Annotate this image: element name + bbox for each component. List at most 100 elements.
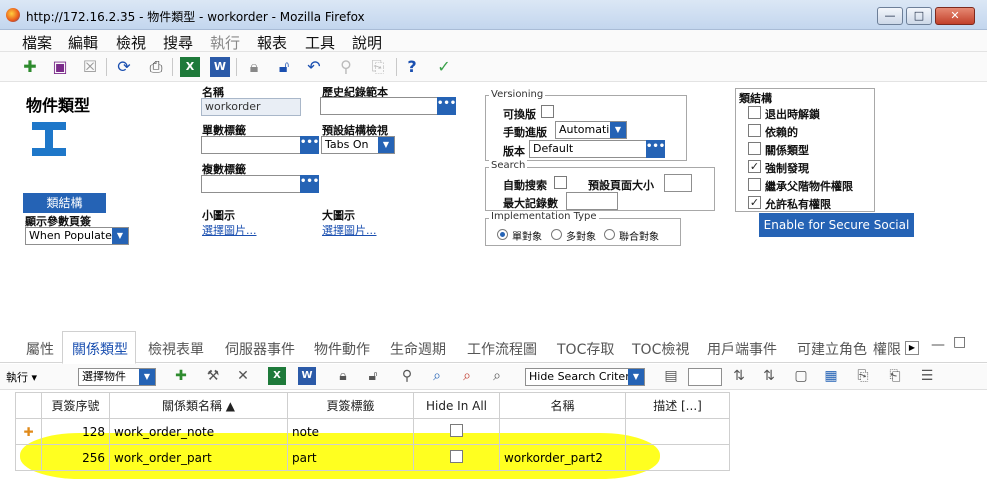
checkbox-private-permissions[interactable]: ✓	[748, 196, 761, 209]
grid-word-icon[interactable]: W	[298, 367, 316, 385]
page-number-field[interactable]	[688, 368, 722, 386]
tab-toc-access[interactable]: TOC存取	[557, 339, 614, 359]
grid-excel-icon[interactable]: X	[268, 367, 286, 385]
hide-in-all-checkbox[interactable]	[450, 449, 463, 463]
secure-social-button[interactable]: Enable for Secure Social	[759, 213, 914, 237]
history-template-ellipsis-button[interactable]: •••	[437, 97, 456, 115]
checkbox-dependent[interactable]	[748, 124, 761, 137]
word-icon[interactable]: W	[210, 57, 230, 77]
search-options-icon[interactable]: ⌕	[488, 367, 506, 385]
minimize-pane-icon[interactable]: —	[931, 337, 945, 353]
single-label-ellipsis-button[interactable]: •••	[300, 136, 319, 154]
copy-row-icon[interactable]: ⎘	[854, 367, 872, 385]
single-label-field[interactable]	[201, 136, 301, 154]
lock-icon[interactable]: 🔒︎	[244, 57, 264, 77]
column-header-description[interactable]: 描述 [...]	[625, 392, 730, 419]
execute-menu[interactable]: 執行 ▾	[6, 369, 37, 385]
menu-tools[interactable]: 工具	[305, 32, 335, 53]
cell-label[interactable]: note	[287, 418, 414, 445]
class-structure-button[interactable]: 類結構	[23, 193, 106, 213]
run-search-icon[interactable]: ⌕	[428, 367, 446, 385]
tab-lifecycle[interactable]: 生命週期	[390, 339, 446, 359]
minimize-button[interactable]: —	[877, 7, 903, 25]
maximize-pane-icon[interactable]: □	[953, 334, 966, 350]
column-header-label[interactable]: 頁簽標籤	[287, 392, 414, 419]
clear-search-icon[interactable]: ⌕	[458, 367, 476, 385]
tab-permissions[interactable]: 權限	[873, 339, 905, 359]
cell-label[interactable]: part	[287, 444, 414, 471]
row-edit-icon[interactable]: ✚	[15, 418, 42, 445]
tab-can-add[interactable]: 可建立角色	[797, 339, 867, 359]
paste-row-icon[interactable]: ⎗	[886, 367, 904, 385]
column-header-seq[interactable]: 頁簽序號	[41, 392, 110, 419]
cell-rel-name[interactable]	[499, 418, 626, 445]
tab-item-actions[interactable]: 物件動作	[314, 339, 370, 359]
maximize-button[interactable]: □	[906, 7, 932, 25]
radio-union-object[interactable]	[604, 229, 615, 240]
preview-icon[interactable]: ▢	[792, 367, 810, 385]
cell-seq[interactable]: 256	[41, 444, 110, 471]
add-row-icon[interactable]: ✚	[172, 367, 190, 385]
version-field[interactable]: Default	[529, 140, 647, 158]
pick-related-icon[interactable]: ⚒	[204, 367, 222, 385]
page-icon[interactable]: ▤	[662, 367, 680, 385]
history-template-field[interactable]	[320, 97, 438, 115]
page-size-field[interactable]	[664, 174, 692, 192]
tab-server-events[interactable]: 伺服器事件	[225, 339, 295, 359]
menu-edit[interactable]: 編輯	[68, 32, 98, 53]
cell-hide[interactable]	[413, 418, 500, 445]
menu-file[interactable]: 檔案	[22, 32, 52, 53]
column-header-rel-name[interactable]: 名稱	[499, 392, 626, 419]
versionable-checkbox[interactable]	[541, 105, 554, 118]
manual-version-select[interactable]: Automatic ▼	[555, 121, 627, 139]
list-view-icon[interactable]: ☰	[918, 367, 936, 385]
preset-view-select[interactable]: Tabs On ▼	[321, 136, 395, 154]
print-icon[interactable]: ⎙	[146, 57, 166, 77]
name-field[interactable]: workorder	[201, 98, 301, 116]
tab-workflow[interactable]: 工作流程圖	[467, 339, 537, 359]
help-icon[interactable]: ?	[402, 57, 422, 77]
menu-help[interactable]: 說明	[352, 32, 382, 53]
checkbox-force-discovery[interactable]: ✓	[748, 160, 761, 173]
unlock-icon[interactable]: 🔓︎	[274, 57, 294, 77]
cell-seq[interactable]: 128	[41, 418, 110, 445]
column-header-name[interactable]: 關係類名稱 ▲	[109, 392, 288, 419]
menu-reports[interactable]: 報表	[257, 32, 287, 53]
delete-icon[interactable]: ☒	[80, 57, 100, 77]
cell-name[interactable]: work_order_note	[109, 418, 288, 445]
column-header-hide[interactable]: Hide In All	[413, 392, 500, 419]
save-icon[interactable]: ▣	[50, 57, 70, 77]
checkbox-relationship-type[interactable]	[748, 142, 761, 155]
plural-label-ellipsis-button[interactable]: •••	[300, 175, 319, 193]
hide-in-all-checkbox[interactable]	[450, 423, 463, 437]
grid-unlock-icon[interactable]: 🔓︎	[364, 367, 382, 385]
checkbox-unlock-on-exit[interactable]	[748, 106, 761, 119]
new-icon[interactable]: ✚	[20, 57, 40, 77]
layout-icon[interactable]: ▦	[822, 367, 840, 385]
version-ellipsis-button[interactable]: •••	[646, 140, 665, 158]
cell-hide[interactable]	[413, 444, 500, 471]
display-params-select[interactable]: When Populated ▼	[25, 227, 129, 245]
table-row[interactable]: ✚ 128 work_order_note note	[15, 418, 730, 445]
auto-search-checkbox[interactable]	[554, 176, 567, 189]
tab-properties[interactable]: 屬性	[26, 339, 54, 359]
tab-view-forms[interactable]: 檢視表單	[148, 339, 204, 359]
sort-asc-icon[interactable]: ⇅	[730, 367, 748, 385]
delete-row-icon[interactable]: ✕	[234, 367, 252, 385]
tab-client-events[interactable]: 用戶端事件	[707, 339, 777, 359]
grid-lock-icon[interactable]: 🔒︎	[334, 367, 352, 385]
select-item-dropdown[interactable]: 選擇物件 ▼	[78, 368, 156, 386]
cell-description[interactable]	[625, 418, 730, 445]
small-icon-link[interactable]: 選擇圖片...	[202, 222, 257, 238]
plural-label-field[interactable]	[201, 175, 301, 193]
grid-link-icon[interactable]: ⚲	[398, 367, 416, 385]
undo-icon[interactable]: ↶	[304, 57, 324, 77]
sort-desc-icon[interactable]: ⇅	[760, 367, 778, 385]
refresh-icon[interactable]: ⟳	[114, 57, 134, 77]
menu-view[interactable]: 檢視	[116, 32, 146, 53]
radio-multi-object[interactable]	[551, 229, 562, 240]
checkbox-inherit-permissions[interactable]	[748, 178, 761, 191]
max-records-field[interactable]	[566, 192, 618, 210]
cell-description[interactable]	[625, 444, 730, 471]
copy-icon[interactable]: ⎘	[368, 57, 388, 77]
